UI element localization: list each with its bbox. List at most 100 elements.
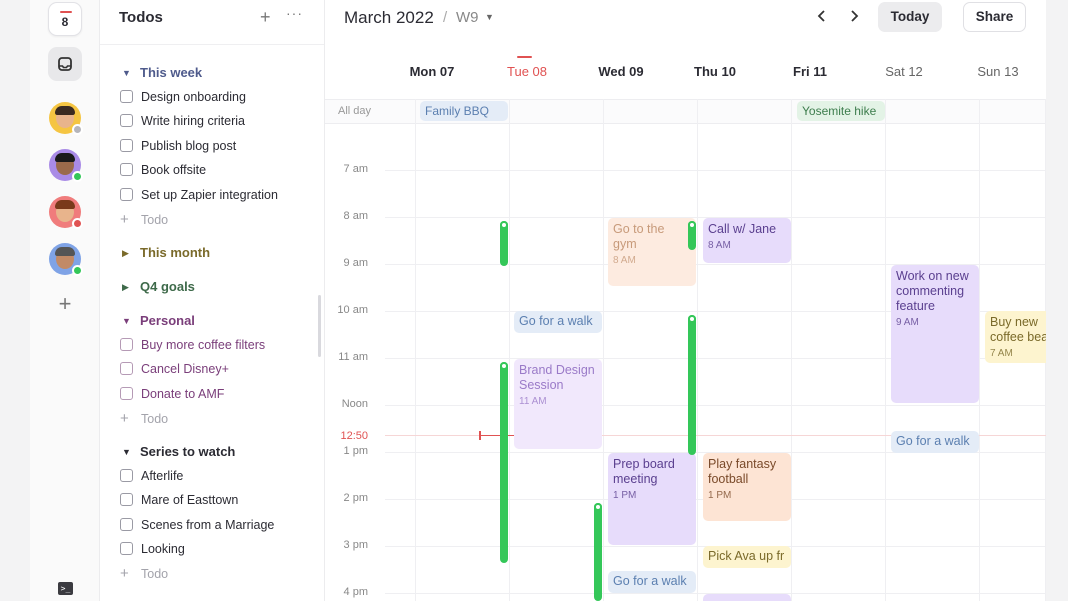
- title-separator: /: [443, 9, 448, 26]
- add-todo-button[interactable]: + Todo: [120, 410, 168, 427]
- todos-header: Todos + ···: [100, 0, 324, 45]
- checkbox[interactable]: [120, 362, 133, 375]
- chevron-down-icon: ▼: [122, 68, 131, 78]
- day-header-sun[interactable]: Sun 13: [951, 64, 1045, 79]
- avatar-4[interactable]: [49, 243, 83, 276]
- hour-label: 2 pm: [343, 492, 368, 504]
- day-header-mon[interactable]: Mon 07: [385, 64, 479, 79]
- tracking-bar[interactable]: [594, 503, 602, 601]
- event-block[interactable]: Prep board meeting 1 PM: [608, 453, 696, 545]
- event-block[interactable]: Call w/ Jane 8 AM: [703, 218, 791, 263]
- caret-down-icon[interactable]: ▼: [485, 12, 494, 22]
- day-header-fri[interactable]: Fri 11: [763, 64, 857, 79]
- checkbox[interactable]: [120, 387, 133, 400]
- checkbox[interactable]: [120, 493, 133, 506]
- status-online-icon: [72, 265, 83, 276]
- checkbox[interactable]: [120, 114, 133, 127]
- event-block[interactable]: Pick Ava up fr: [703, 546, 791, 568]
- tracking-bar[interactable]: [500, 221, 508, 266]
- section-series-to-watch[interactable]: ▼ Series to watch: [122, 444, 235, 459]
- grid-line: [509, 99, 510, 601]
- event-block[interactable]: Work on new commenting feature 9 AM: [891, 265, 979, 403]
- day-header-thu[interactable]: Thu 10: [668, 64, 762, 79]
- grid-line: [697, 99, 698, 601]
- add-todo-button[interactable]: + Todo: [120, 211, 168, 228]
- checkbox[interactable]: [120, 542, 133, 555]
- chevron-right-icon: ▶: [122, 248, 129, 258]
- all-day-event[interactable]: Yosemite hike: [797, 101, 885, 121]
- status-busy-icon: [72, 218, 83, 229]
- tracking-bar[interactable]: [688, 315, 696, 455]
- checkbox[interactable]: [120, 90, 133, 103]
- hour-label: 4 pm: [343, 586, 368, 598]
- left-rail: 8 + >_: [30, 0, 100, 601]
- hour-label: 7 am: [343, 163, 368, 175]
- today-date-button[interactable]: 8: [48, 2, 82, 36]
- day-header-sat[interactable]: Sat 12: [857, 64, 951, 79]
- grid-line: [415, 99, 416, 601]
- add-todo-button[interactable]: + Todo: [120, 565, 168, 582]
- event-block[interactable]: Go for a walk: [608, 571, 696, 593]
- event-block[interactable]: Go for a walk: [514, 311, 602, 333]
- week-selector[interactable]: W9: [456, 9, 479, 26]
- grid-line: [791, 99, 792, 601]
- command-icon[interactable]: >_: [58, 582, 73, 595]
- month-title: March 2022: [344, 8, 434, 27]
- checkbox[interactable]: [120, 139, 133, 152]
- event-block[interactable]: Go for a walk: [891, 431, 979, 453]
- todos-title: Todos: [119, 9, 163, 26]
- chevron-down-icon: ▼: [122, 447, 131, 457]
- hour-label: 1 pm: [343, 445, 368, 457]
- share-button[interactable]: Share: [963, 2, 1026, 32]
- grid-line: [385, 170, 1046, 171]
- hour-label: 11 am: [338, 351, 368, 363]
- plus-icon: +: [120, 211, 129, 228]
- section-q4-goals[interactable]: ▶ Q4 goals: [122, 279, 195, 294]
- all-day-event[interactable]: Family BBQ: [420, 101, 508, 121]
- rail-date: 8: [61, 15, 69, 29]
- grid-line: [603, 99, 604, 601]
- checkbox[interactable]: [120, 518, 133, 531]
- grid-line: [979, 99, 980, 601]
- avatar-3[interactable]: [49, 196, 83, 229]
- hour-label: Noon: [341, 398, 368, 410]
- checkbox[interactable]: [120, 188, 133, 201]
- today-indicator: [517, 56, 532, 58]
- checkbox[interactable]: [120, 338, 133, 351]
- section-personal[interactable]: ▼ Personal: [122, 313, 195, 328]
- all-day-label: All day: [338, 105, 372, 117]
- todos-panel: Todos + ··· ▼ This week Design onboarding…: [100, 0, 325, 601]
- app-window: 8 + >_ Todos + ··· ▼ This week Design on…: [30, 0, 1046, 601]
- more-menu-button[interactable]: ···: [286, 5, 303, 21]
- event-block[interactable]: [703, 594, 791, 601]
- section-this-week[interactable]: ▼ This week: [122, 65, 202, 80]
- inbox-button[interactable]: [48, 47, 82, 81]
- event-block[interactable]: Play fantasy football 1 PM: [703, 453, 791, 521]
- section-this-month[interactable]: ▶ This month: [122, 245, 210, 260]
- avatar-1[interactable]: [49, 102, 83, 135]
- chevron-right-icon[interactable]: [848, 6, 860, 29]
- event-block[interactable]: Buy new coffee beans 7 AM: [985, 311, 1046, 363]
- today-button[interactable]: Today: [878, 2, 942, 32]
- day-header-wed[interactable]: Wed 09: [574, 64, 668, 79]
- event-block[interactable]: Go to the gym 8 AM: [608, 218, 696, 286]
- checkbox[interactable]: [120, 163, 133, 176]
- tracking-bar[interactable]: [500, 362, 508, 563]
- status-offline-icon: [72, 124, 83, 135]
- checkbox[interactable]: [120, 469, 133, 482]
- grid-line: [885, 99, 886, 601]
- current-time-label: 12:50: [340, 430, 368, 442]
- current-time-marker: [479, 431, 481, 440]
- add-person-icon[interactable]: +: [54, 293, 76, 315]
- chevron-right-icon: ▶: [122, 282, 129, 292]
- tracking-bar[interactable]: [688, 221, 696, 250]
- add-list-button[interactable]: +: [260, 7, 271, 28]
- day-header-tue[interactable]: Tue 08: [480, 64, 574, 79]
- hour-label: 10 am: [337, 304, 368, 316]
- hour-label: 9 am: [343, 257, 368, 269]
- chevron-left-icon[interactable]: [816, 6, 828, 29]
- avatar-2[interactable]: [49, 149, 83, 182]
- hour-label: 8 am: [343, 210, 368, 222]
- scrollbar[interactable]: [318, 295, 321, 357]
- event-block[interactable]: Brand Design Session 11 AM: [514, 359, 602, 449]
